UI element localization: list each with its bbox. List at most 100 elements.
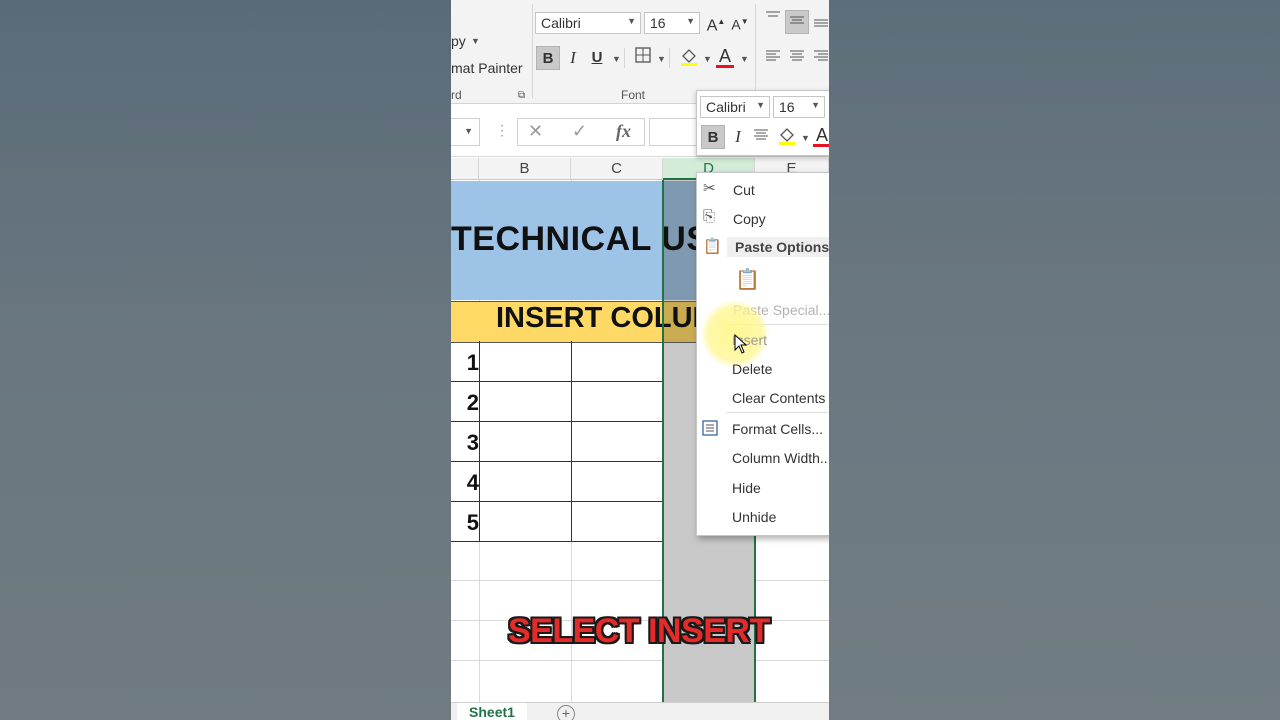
italic-button[interactable]: I [561, 46, 585, 70]
ribbon-divider [669, 48, 670, 68]
sheet-tab-sheet1[interactable]: Sheet1 [457, 703, 527, 720]
font-size-value: 16 [650, 15, 666, 31]
table-border [451, 381, 663, 382]
mouse-cursor-icon [734, 334, 748, 354]
mini-fill-dropdown-icon[interactable]: ▼ [801, 133, 810, 143]
ribbon-divider [755, 4, 756, 98]
align-left-button[interactable] [761, 46, 785, 70]
mini-bold-button[interactable]: B [701, 125, 725, 149]
column-header-c[interactable]: C [571, 158, 663, 180]
chevron-down-icon: ▼ [627, 16, 636, 26]
table-row-number: 1 [466, 350, 479, 375]
copy-dropdown-icon[interactable]: ▼ [471, 36, 480, 46]
mini-toolbar: Calibri ▼ 16 ▼ B I ▼ A [696, 90, 829, 156]
font-name-value: Calibri [541, 15, 581, 31]
align-middle-icon [790, 16, 804, 24]
enter-icon[interactable]: ✓ [572, 121, 587, 142]
format-cells-icon-shape [702, 420, 718, 436]
align-center-icon [754, 129, 768, 140]
sheet-title: TECHNICAL US [451, 220, 710, 258]
mini-italic-button[interactable]: I [726, 125, 750, 149]
chevron-down-icon: ▼ [756, 100, 765, 110]
align-middle-button[interactable] [785, 10, 809, 34]
insert-function-icon[interactable]: fx [616, 121, 631, 142]
underline-button[interactable]: U [585, 46, 609, 70]
shrink-font-icon: A [731, 16, 741, 33]
table-border [451, 541, 663, 542]
font-color-swatch [716, 65, 734, 68]
gridline [451, 660, 829, 661]
select-all-corner[interactable] [451, 158, 479, 180]
font-name-combo[interactable]: Calibri ▼ [535, 12, 641, 34]
align-left-icon [766, 50, 780, 61]
sheet-subtitle: INSERT COLUM [496, 302, 717, 334]
chevron-down-icon[interactable]: ▼ [464, 126, 473, 136]
table-border [451, 421, 663, 422]
grow-font-icon: A [706, 17, 718, 35]
align-bottom-button[interactable] [809, 12, 829, 36]
bold-button[interactable]: B [536, 46, 560, 70]
mini-fill-color-button[interactable] [775, 125, 799, 149]
clipboard-group-label: rd [451, 88, 462, 102]
menu-item-delete[interactable]: Delete [732, 361, 772, 377]
formula-bar-buttons: ✕ ✓ fx [517, 118, 645, 146]
background-left [0, 0, 451, 720]
column-header-b[interactable]: B [479, 158, 571, 180]
align-right-button[interactable] [809, 46, 829, 70]
mini-font-color-button[interactable]: A [810, 123, 829, 147]
gridline [451, 580, 829, 581]
table-border [571, 341, 572, 541]
fill-color-button[interactable] [677, 46, 701, 70]
align-bottom-icon [814, 19, 828, 27]
mini-font-size-combo[interactable]: 16 ▼ [773, 96, 825, 118]
align-top-icon [766, 11, 780, 17]
borders-dropdown-icon[interactable]: ▼ [657, 54, 666, 64]
align-center-icon [790, 50, 804, 61]
font-group-label: Font [621, 88, 646, 102]
font-color-button[interactable]: A [713, 44, 737, 68]
align-center-button[interactable] [785, 46, 809, 70]
menu-item-format-cells[interactable]: Format Cells... [732, 421, 823, 437]
format-painter-button[interactable]: mat Painter [451, 60, 523, 76]
ribbon: py ▼ mat Painter rd ⧉ Calibri ▼ 16 ▼ A▲ … [451, 0, 829, 104]
format-cells-icon [702, 420, 718, 440]
mini-font-name-value: Calibri [706, 99, 746, 115]
chevron-down-icon: ▼ [811, 100, 820, 110]
table-border [451, 461, 663, 462]
cancel-icon[interactable]: ✕ [528, 121, 543, 142]
font-size-combo[interactable]: 16 ▼ [644, 12, 700, 34]
menu-item-unhide[interactable]: Unhide [732, 509, 776, 525]
grow-font-button[interactable]: A▲ [704, 10, 728, 34]
name-box[interactable]: ▼ [451, 118, 480, 146]
menu-item-hide[interactable]: Hide [732, 480, 761, 496]
add-sheet-icon[interactable]: + [557, 705, 575, 720]
shrink-font-button[interactable]: A▼ [728, 10, 752, 34]
align-top-button[interactable] [761, 8, 785, 32]
copy-button[interactable]: py [451, 33, 466, 49]
paint-bucket-icon [779, 128, 795, 145]
font-color-swatch [813, 144, 829, 147]
font-color-icon: A [718, 46, 731, 66]
table-row-number: 5 [466, 510, 479, 535]
mini-font-name-combo[interactable]: Calibri ▼ [700, 96, 770, 118]
underline-dropdown-icon[interactable]: ▼ [612, 54, 621, 64]
font-color-icon: A [815, 125, 828, 145]
mini-center-button[interactable] [749, 125, 773, 149]
table-row-number: 4 [466, 470, 479, 495]
menu-item-clear-contents[interactable]: Clear Contents [732, 390, 825, 406]
sheet-tab-bar: Sheet1 + [451, 702, 829, 720]
mini-font-size-value: 16 [779, 99, 795, 115]
video-caption: SELECT INSERT [508, 612, 770, 650]
ribbon-divider [532, 4, 533, 98]
ribbon-divider [624, 48, 625, 68]
align-right-icon [814, 50, 828, 61]
formula-bar-grip-icon: ⋮ [495, 122, 509, 138]
fill-color-dropdown-icon[interactable]: ▼ [703, 54, 712, 64]
table-row-number: 3 [466, 430, 479, 455]
table-border [451, 501, 663, 502]
menu-item-column-width[interactable]: Column Width... [732, 450, 829, 466]
borders-button[interactable] [631, 46, 655, 70]
clipboard-launcher-icon[interactable]: ⧉ [518, 90, 525, 101]
chevron-down-icon: ▼ [686, 16, 695, 26]
font-color-dropdown-icon[interactable]: ▼ [740, 54, 749, 64]
